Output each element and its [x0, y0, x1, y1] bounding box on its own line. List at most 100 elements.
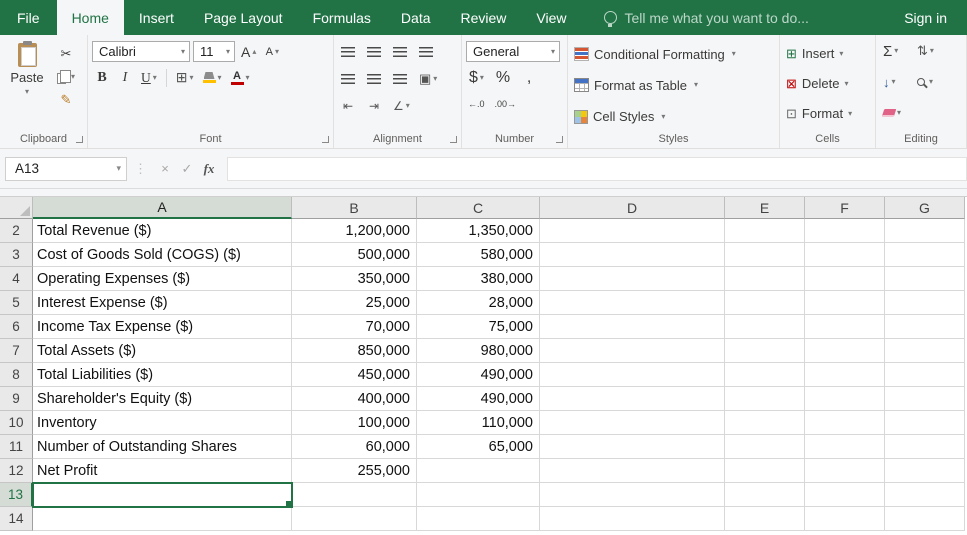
- comma-format-button[interactable]: ,: [519, 67, 539, 88]
- cell-e9[interactable]: [725, 387, 805, 411]
- insert-cells-button[interactable]: ⊞ Insert ▾: [784, 41, 871, 66]
- find-select-button[interactable]: ▾: [914, 72, 937, 92]
- cancel-button[interactable]: ×: [154, 161, 176, 176]
- cell-d13[interactable]: [540, 483, 725, 507]
- cut-button[interactable]: ✂: [54, 44, 78, 64]
- cell-f5[interactable]: [805, 291, 885, 315]
- cell-e11[interactable]: [725, 435, 805, 459]
- cell-f9[interactable]: [805, 387, 885, 411]
- cell-g7[interactable]: [885, 339, 965, 363]
- cell-c11[interactable]: 65,000: [417, 435, 540, 459]
- cell-e3[interactable]: [725, 243, 805, 267]
- cell-e5[interactable]: [725, 291, 805, 315]
- row-header-9[interactable]: 9: [0, 387, 33, 411]
- cell-c4[interactable]: 380,000: [417, 267, 540, 291]
- column-header-a[interactable]: A: [33, 197, 292, 219]
- row-header-8[interactable]: 8: [0, 363, 33, 387]
- align-bottom-button[interactable]: [390, 42, 410, 63]
- cell-b12[interactable]: 255,000: [292, 459, 417, 483]
- cell-g8[interactable]: [885, 363, 965, 387]
- enter-button[interactable]: ✓: [176, 161, 198, 177]
- increase-font-size-button[interactable]: A ▴: [238, 41, 259, 62]
- formula-input[interactable]: [227, 156, 967, 181]
- cell-d5[interactable]: [540, 291, 725, 315]
- borders-button[interactable]: ⊞ ▾: [173, 67, 197, 88]
- cell-b14[interactable]: [292, 507, 417, 531]
- align-left-button[interactable]: [338, 69, 358, 90]
- tab-home[interactable]: Home: [56, 0, 124, 35]
- tab-insert[interactable]: Insert: [124, 0, 189, 35]
- cell-d10[interactable]: [540, 411, 725, 435]
- format-cells-button[interactable]: ⊡ Format ▾: [784, 101, 871, 126]
- cell-b13[interactable]: [292, 483, 417, 507]
- cell-g14[interactable]: [885, 507, 965, 531]
- decrease-decimal-button[interactable]: .00→: [493, 93, 519, 114]
- cell-b5[interactable]: 25,000: [292, 291, 417, 315]
- row-header-12[interactable]: 12: [0, 459, 33, 483]
- cell-a3[interactable]: Cost of Goods Sold (COGS) ($): [33, 243, 292, 267]
- row-header-14[interactable]: 14: [0, 507, 33, 531]
- cell-c6[interactable]: 75,000: [417, 315, 540, 339]
- cell-e6[interactable]: [725, 315, 805, 339]
- cell-b8[interactable]: 450,000: [292, 363, 417, 387]
- cell-f12[interactable]: [805, 459, 885, 483]
- row-header-13[interactable]: 13: [0, 483, 33, 507]
- row-header-3[interactable]: 3: [0, 243, 33, 267]
- align-center-button[interactable]: [364, 69, 384, 90]
- row-header-2[interactable]: 2: [0, 219, 33, 243]
- cell-c8[interactable]: 490,000: [417, 363, 540, 387]
- cell-b10[interactable]: 100,000: [292, 411, 417, 435]
- cell-g4[interactable]: [885, 267, 965, 291]
- column-header-f[interactable]: F: [805, 197, 885, 219]
- cell-f3[interactable]: [805, 243, 885, 267]
- row-header-4[interactable]: 4: [0, 267, 33, 291]
- cell-f13[interactable]: [805, 483, 885, 507]
- cell-styles-button[interactable]: Cell Styles ▾: [572, 104, 775, 130]
- cell-b11[interactable]: 60,000: [292, 435, 417, 459]
- tell-me-search[interactable]: Tell me what you want to do...: [603, 0, 809, 35]
- cell-g5[interactable]: [885, 291, 965, 315]
- cell-e2[interactable]: [725, 219, 805, 243]
- cell-b9[interactable]: 400,000: [292, 387, 417, 411]
- column-header-b[interactable]: B: [292, 197, 417, 219]
- cell-a2[interactable]: Total Revenue ($): [33, 219, 292, 243]
- font-dialog-launcher-icon[interactable]: [322, 136, 329, 143]
- cell-g3[interactable]: [885, 243, 965, 267]
- cell-c10[interactable]: 110,000: [417, 411, 540, 435]
- cell-c13[interactable]: [417, 483, 540, 507]
- cell-g11[interactable]: [885, 435, 965, 459]
- cell-a7[interactable]: Total Assets ($): [33, 339, 292, 363]
- font-size-select[interactable]: 11 ▾: [193, 41, 235, 62]
- cell-c7[interactable]: 980,000: [417, 339, 540, 363]
- cell-f6[interactable]: [805, 315, 885, 339]
- cell-e13[interactable]: [725, 483, 805, 507]
- cell-b6[interactable]: 70,000: [292, 315, 417, 339]
- cell-g2[interactable]: [885, 219, 965, 243]
- cell-e4[interactable]: [725, 267, 805, 291]
- font-name-select[interactable]: Calibri ▾: [92, 41, 190, 62]
- cell-g6[interactable]: [885, 315, 965, 339]
- tab-review[interactable]: Review: [446, 0, 522, 35]
- cell-f11[interactable]: [805, 435, 885, 459]
- cell-c12[interactable]: [417, 459, 540, 483]
- cell-e7[interactable]: [725, 339, 805, 363]
- cell-f8[interactable]: [805, 363, 885, 387]
- cell-b3[interactable]: 500,000: [292, 243, 417, 267]
- cell-a8[interactable]: Total Liabilities ($): [33, 363, 292, 387]
- cell-g12[interactable]: [885, 459, 965, 483]
- italic-button[interactable]: I: [115, 67, 135, 88]
- alignment-dialog-launcher-icon[interactable]: [450, 136, 457, 143]
- tab-data[interactable]: Data: [386, 0, 446, 35]
- format-as-table-button[interactable]: Format as Table ▾: [572, 72, 775, 98]
- cell-d8[interactable]: [540, 363, 725, 387]
- cell-a4[interactable]: Operating Expenses ($): [33, 267, 292, 291]
- cell-a13[interactable]: [32, 482, 293, 508]
- cell-d4[interactable]: [540, 267, 725, 291]
- cell-b4[interactable]: 350,000: [292, 267, 417, 291]
- cell-a6[interactable]: Income Tax Expense ($): [33, 315, 292, 339]
- cell-f14[interactable]: [805, 507, 885, 531]
- wrap-text-button[interactable]: [416, 42, 436, 63]
- sign-in-button[interactable]: Sign in: [884, 0, 967, 35]
- cell-d2[interactable]: [540, 219, 725, 243]
- cell-e12[interactable]: [725, 459, 805, 483]
